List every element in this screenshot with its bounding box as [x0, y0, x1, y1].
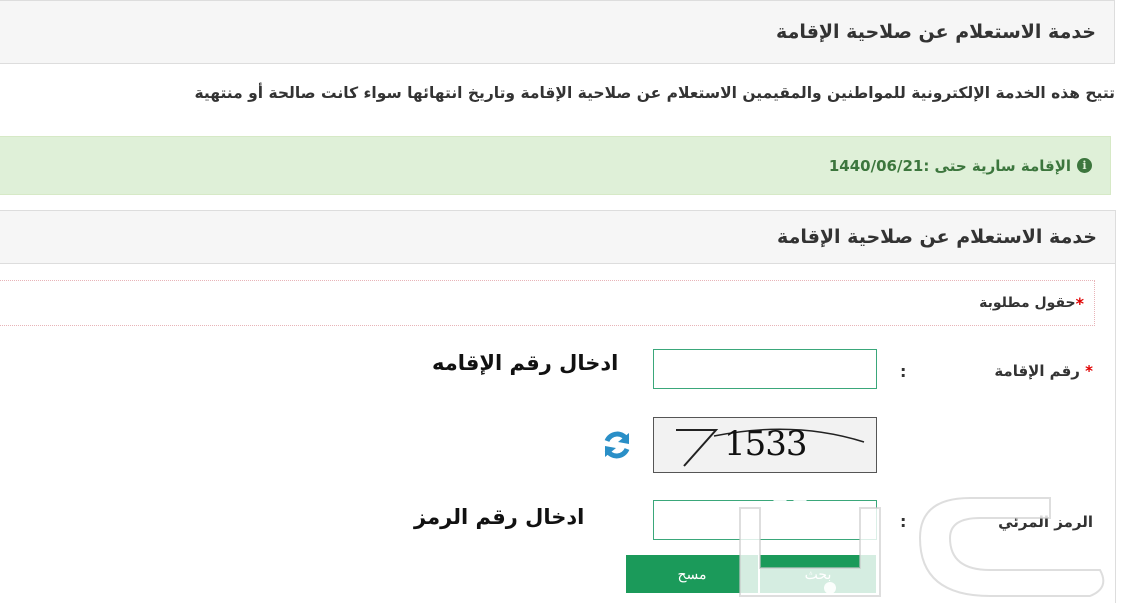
clear-button[interactable]: مسح [626, 555, 758, 593]
iqama-hint-text: ادخال رقم الإقامه [432, 351, 619, 375]
captcha-input[interactable] [653, 500, 877, 540]
captcha-label: الرمز المرئي [998, 513, 1093, 531]
search-button[interactable]: بحث [760, 555, 876, 593]
inquiry-form-panel: خدمة الاستعلام عن صلاحية الإقامة [0, 210, 1116, 603]
required-star: * [1085, 362, 1093, 380]
iqama-colon: : [900, 362, 907, 381]
required-fields-note: حقول مطلوبة * [0, 280, 1095, 326]
form-header: خدمة الاستعلام عن صلاحية الإقامة [0, 211, 1115, 264]
required-star: * [1075, 293, 1084, 313]
validity-alert-text: الإقامة سارية حتى :1440/06/21 [828, 156, 1071, 175]
captcha-hint-text: ادخال رقم الرمز [414, 505, 585, 529]
info-circle-icon: i [1077, 158, 1092, 173]
captcha-colon: : [900, 512, 907, 531]
iqama-number-label-text: رقم الإقامة [994, 362, 1080, 380]
iqama-number-label: * رقم الإقامة [994, 362, 1093, 380]
form-title: خدمة الاستعلام عن صلاحية الإقامة [777, 226, 1097, 248]
page-title: خدمة الاستعلام عن صلاحية الإقامة [776, 21, 1096, 43]
refresh-captcha-icon[interactable] [600, 428, 634, 462]
required-fields-text: حقول مطلوبة [979, 295, 1076, 311]
validity-alert: الإقامة سارية حتى :1440/06/21 i [0, 136, 1111, 195]
service-description: تتيح هذه الخدمة الإلكترونية للمواطنين وا… [194, 84, 1116, 102]
captcha-image: 1533 [653, 417, 877, 473]
iqama-number-input[interactable] [653, 349, 877, 389]
page-header: خدمة الاستعلام عن صلاحية الإقامة [0, 0, 1115, 64]
captcha-text: 1533 [724, 424, 808, 464]
